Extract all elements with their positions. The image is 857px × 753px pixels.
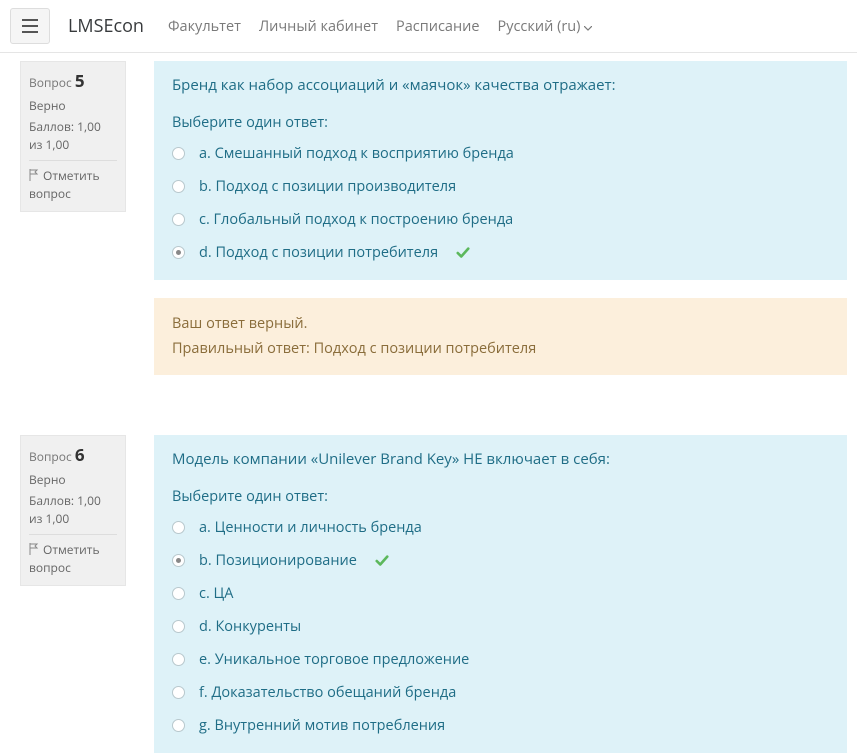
nav-link-language[interactable]: Русский (ru) [498, 17, 593, 36]
questions-list: Вопрос 5 Верно Баллов: 1,00 из 1,00 Отметит… [0, 53, 857, 753]
answer-text: c. Глобальный подход к построению бренда [199, 210, 513, 229]
question-prompt: Выберите один ответ: [172, 487, 829, 506]
radio-input[interactable] [172, 521, 185, 534]
question-content: Модель компании «Unilever Brand Key» НЕ … [154, 435, 847, 753]
question-info-card: Вопрос 6 Верно Баллов: 1,00 из 1,00 Отметит… [20, 435, 126, 586]
question-body: Бренд как набор ассоциаций и «маячок» ка… [154, 61, 847, 375]
answer-option[interactable]: b. Подход с позиции производителя [172, 175, 829, 198]
question-label: Вопрос [29, 74, 75, 91]
check-icon [456, 246, 470, 260]
question-label: Вопрос [29, 448, 75, 465]
answer-text: a. Смешанный подход к восприятию бренда [199, 144, 514, 163]
hamburger-icon [22, 19, 38, 33]
radio-input[interactable] [172, 213, 185, 226]
answers-list: a. Смешанный подход к восприятию бренда b… [172, 142, 829, 264]
flag-icon [29, 167, 43, 184]
radio-input[interactable] [172, 246, 185, 259]
question-status: Верно [29, 97, 117, 115]
caret-down-icon [584, 17, 592, 36]
radio-input[interactable] [172, 653, 185, 666]
answer-option[interactable]: e. Уникальное торговое предложение [172, 648, 829, 671]
answer-option[interactable]: c. ЦА [172, 582, 829, 605]
answer-option[interactable]: f. Доказательство обещаний бренда [172, 681, 829, 704]
answer-option[interactable]: d. Подход с позиции потребителя [172, 241, 829, 264]
answers-list: a. Ценности и личность бренда b. Позицион… [172, 516, 829, 737]
nav-link-faculty[interactable]: Факультет [168, 17, 241, 36]
question-score: Баллов: 1,00 из 1,00 [29, 118, 117, 154]
answer-text: d. Конкуренты [199, 617, 301, 636]
answer-text: b. Позиционирование [199, 551, 357, 570]
nav-link-language-label: Русский (ru) [498, 17, 581, 36]
question-text: Бренд как набор ассоциаций и «маячок» ка… [172, 75, 829, 95]
answer-text: g. Внутренний мотив потребления [199, 716, 445, 735]
answer-text: d. Подход с позиции потребителя [199, 243, 438, 262]
answer-option[interactable]: b. Позиционирование [172, 549, 829, 572]
brand-title[interactable]: LMSEcon [68, 14, 144, 38]
nav-toggle-button[interactable] [10, 8, 50, 44]
answer-option[interactable]: c. Глобальный подход к построению бренда [172, 208, 829, 231]
flag-question-button[interactable]: Отметить вопрос [29, 160, 117, 203]
answer-text: a. Ценности и личность бренда [199, 518, 422, 537]
feedback-line: Ваш ответ верный. [172, 312, 829, 337]
flag-question-button[interactable]: Отметить вопрос [29, 534, 117, 577]
radio-input[interactable] [172, 719, 185, 732]
radio-input[interactable] [172, 620, 185, 633]
radio-input[interactable] [172, 587, 185, 600]
nav-link-dashboard[interactable]: Личный кабинет [259, 17, 378, 36]
feedback-box: Ваш ответ верный.Правильный ответ: Подхо… [154, 298, 847, 375]
flag-icon [29, 541, 43, 558]
radio-input[interactable] [172, 554, 185, 567]
answer-option[interactable]: a. Смешанный подход к восприятию бренда [172, 142, 829, 165]
question-number: 5 [75, 69, 85, 92]
question-body: Модель компании «Unilever Brand Key» НЕ … [154, 435, 847, 753]
answer-option[interactable]: a. Ценности и личность бренда [172, 516, 829, 539]
answer-option[interactable]: g. Внутренний мотив потребления [172, 714, 829, 737]
question-row: Вопрос 5 Верно Баллов: 1,00 из 1,00 Отметит… [0, 61, 857, 375]
question-score: Баллов: 1,00 из 1,00 [29, 492, 117, 528]
question-row: Вопрос 6 Верно Баллов: 1,00 из 1,00 Отметит… [0, 435, 857, 753]
feedback-correct-answer: Правильный ответ: Подход с позиции потре… [172, 337, 829, 362]
question-number: 6 [75, 443, 85, 466]
question-status: Верно [29, 471, 117, 489]
nav-link-schedule[interactable]: Расписание [396, 17, 479, 36]
question-content: Бренд как набор ассоциаций и «маячок» ка… [154, 61, 847, 280]
question-info-card: Вопрос 5 Верно Баллов: 1,00 из 1,00 Отметит… [20, 61, 126, 212]
answer-text: c. ЦА [199, 584, 233, 603]
answer-text: f. Доказательство обещаний бренда [199, 683, 456, 702]
radio-input[interactable] [172, 180, 185, 193]
question-text: Модель компании «Unilever Brand Key» НЕ … [172, 449, 829, 469]
radio-input[interactable] [172, 147, 185, 160]
answer-text: e. Уникальное торговое предложение [199, 650, 469, 669]
answer-option[interactable]: d. Конкуренты [172, 615, 829, 638]
navbar: LMSEcon Факультет Личный кабинет Расписа… [0, 0, 857, 53]
answer-text: b. Подход с позиции производителя [199, 177, 456, 196]
radio-input[interactable] [172, 686, 185, 699]
question-prompt: Выберите один ответ: [172, 113, 829, 132]
check-icon [375, 554, 389, 568]
